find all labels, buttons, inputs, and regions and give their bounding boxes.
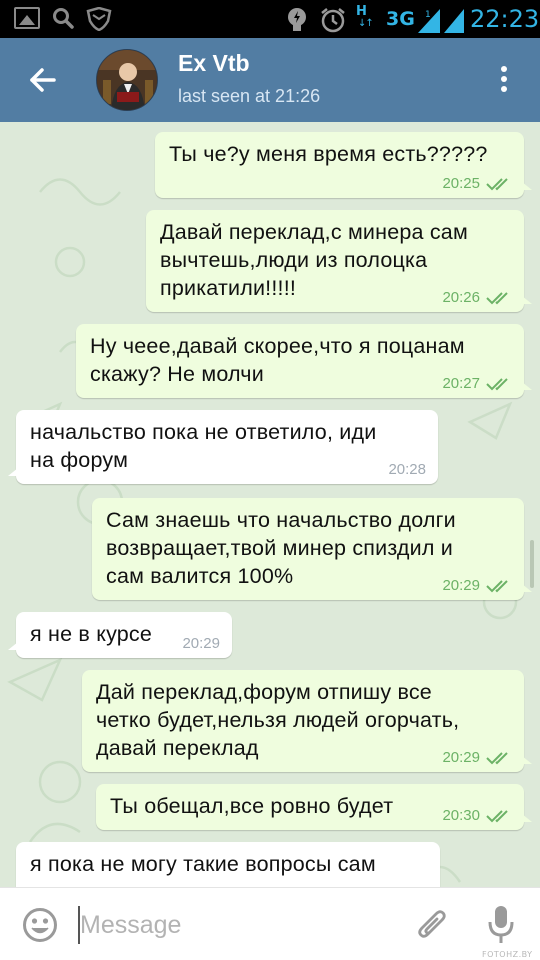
read-check-icon (486, 292, 508, 305)
message-text: Ну чеее,давай скорее,что я поцанам скажу?… (90, 332, 465, 388)
message-meta: 20:26 (442, 289, 512, 307)
alarm-icon (321, 8, 345, 33)
message-text: я пока не могу такие вопросы сам (30, 850, 376, 878)
message-text: Дай переклад,форум отпишу все четко будет… (96, 678, 459, 762)
message-meta: 20:29 (182, 635, 220, 653)
message-line: сам валится 100% (106, 564, 294, 588)
message-meta: 20:28 (388, 461, 426, 479)
chat-header: Ex Vtb last seen at 21:26 (0, 38, 540, 122)
message-time: 20:29 (442, 577, 480, 594)
message-text: Ты обещал,все ровно будет (110, 792, 393, 820)
emoji-icon[interactable] (22, 907, 58, 943)
incoming-message[interactable]: начальство пока не ответило, иди на форум… (8, 410, 438, 484)
message-time: 20:29 (442, 749, 480, 766)
message-line: я пока не могу такие вопросы сам (30, 852, 376, 876)
bubble-tail (522, 382, 532, 390)
mic-icon[interactable] (486, 904, 516, 946)
bubble-tail (8, 468, 18, 476)
network-activity-arrows: ↓↑ (358, 18, 374, 29)
message-meta: 20:29 (442, 749, 512, 767)
message-line: Давай переклад,с минера сам (160, 220, 468, 244)
message-list[interactable]: Ты че?у меня время есть????? 20:25 Давай п… (0, 122, 540, 887)
message-text: Сам знаешь что начальство долги возвращае… (106, 506, 456, 590)
battery-icon (444, 9, 464, 33)
message-text: Давай переклад,с минера сам вычтешь,люди … (160, 218, 468, 302)
message-composer (0, 887, 540, 960)
message-input[interactable] (80, 904, 400, 946)
bubble-tail (522, 756, 532, 764)
message-meta: 20:27 (442, 375, 512, 393)
message-line: начальство пока не ответило, иди (30, 420, 377, 444)
message-line: я не в курсе (30, 622, 153, 646)
bubble-tail (522, 814, 532, 822)
message-line: прикатили!!!!! (160, 276, 297, 300)
network-type-letter: H (356, 4, 367, 19)
message-text: я не в курсе (30, 620, 152, 648)
last-seen-status: last seen at 21:26 (178, 86, 321, 106)
message-time: 20:26 (442, 289, 480, 306)
outgoing-message[interactable]: Давай переклад,с минера сам вычтешь,люди … (146, 210, 532, 312)
message-line: четко будет,нельзя людей огорчать, (96, 708, 460, 732)
signal-icon: 1 (418, 9, 440, 33)
svg-text:1: 1 (425, 10, 431, 20)
message-meta: 20:25 (442, 175, 512, 193)
message-line: Ты че?у меня время есть????? (169, 142, 488, 166)
message-line: вычтешь,люди из полоцка (160, 248, 428, 272)
chat-title[interactable]: Ex Vtb (178, 50, 250, 77)
message-time: 20:25 (442, 175, 480, 192)
back-arrow-icon[interactable] (20, 58, 64, 102)
message-line: Ты обещал,все ровно будет (110, 794, 394, 818)
network-type: 3G (386, 8, 415, 30)
message-line: возвращает,твой минер спиздил и (106, 536, 454, 560)
message-line: Сам знаешь что начальство долги (106, 508, 456, 532)
clock: 22:23 (470, 5, 540, 33)
read-check-icon (486, 580, 508, 593)
message-time: 20:29 (182, 635, 220, 652)
message-line: давай переклад (96, 736, 259, 760)
status-bar: H ↓↑ 3G 1 22:23 (0, 0, 540, 38)
message-text: Ты че?у меня время есть????? (169, 140, 488, 168)
outgoing-message[interactable]: Ты че?у меня время есть????? 20:25 (155, 132, 532, 198)
message-time: 20:28 (388, 461, 426, 478)
read-check-icon (486, 378, 508, 391)
read-check-icon (486, 752, 508, 765)
message-line: Ну чеее,давай скорее,что я поцанам (90, 334, 465, 358)
message-line: скажу? Не молчи (90, 362, 264, 386)
outgoing-message[interactable]: Сам знаешь что начальство долги возвращае… (92, 498, 532, 600)
message-line: на форум (30, 448, 129, 472)
search-icon (53, 8, 74, 29)
read-check-icon (486, 178, 508, 191)
message-time: 20:30 (442, 807, 480, 824)
bubble-tail (8, 642, 18, 650)
outgoing-message[interactable]: Дай переклад,форум отпишу все четко будет… (82, 670, 532, 772)
attach-icon[interactable] (414, 906, 450, 946)
incoming-message[interactable]: я не в курсе 20:29 (8, 612, 232, 658)
gallery-icon (14, 7, 40, 29)
bubble-tail (522, 296, 532, 304)
message-meta: 20:30 (442, 807, 512, 825)
incoming-message[interactable]: я пока не могу такие вопросы сам (8, 842, 440, 887)
read-check-icon (486, 810, 508, 823)
message-line: Дай переклад,форум отпишу все (96, 680, 432, 704)
avatar[interactable] (96, 49, 158, 111)
outgoing-message[interactable]: Ты обещал,все ровно будет 20:30 (96, 784, 532, 830)
message-text: начальство пока не ответило, иди на форум (30, 418, 376, 474)
outgoing-message[interactable]: Ну чеее,давай скорее,что я поцанам скажу?… (76, 324, 532, 398)
shield-icon (86, 7, 112, 31)
message-time: 20:27 (442, 375, 480, 392)
message-meta: 20:29 (442, 577, 512, 595)
scrollbar[interactable] (530, 540, 534, 588)
watermark: FOTOHZ.BY (482, 950, 533, 959)
bubble-tail (522, 182, 532, 190)
bulb-icon (288, 8, 306, 31)
more-vertical-icon[interactable] (494, 62, 514, 102)
